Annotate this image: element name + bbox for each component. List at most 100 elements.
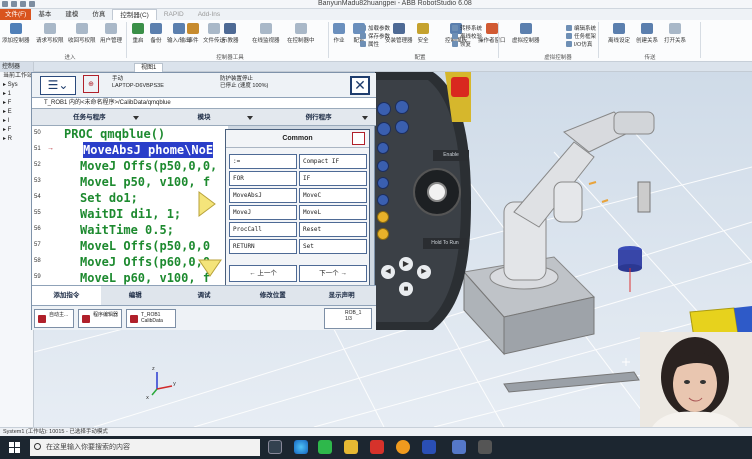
joystick-knob[interactable] — [427, 182, 447, 202]
instruction-reset-button[interactable]: Reset — [299, 222, 367, 237]
motion-mode-button[interactable] — [377, 160, 389, 172]
controller-tree-item[interactable]: ▸ 1 — [0, 90, 33, 99]
ribbon-tab-5[interactable]: RAPID — [157, 9, 191, 20]
controller-tree-item[interactable]: ▸ F — [0, 126, 33, 135]
code-line[interactable]: 56 WaitTime 0.5; — [32, 222, 228, 238]
ribbon-button-19[interactable]: 离线设定 — [608, 23, 630, 49]
ribbon-button-21[interactable]: 打开关系 — [664, 23, 686, 49]
jog-key-2-button[interactable] — [395, 100, 409, 114]
pdf-reader-icon[interactable] — [370, 440, 384, 454]
instruction-return-button[interactable]: RETURN — [229, 239, 297, 254]
ribbon-tab-6[interactable]: Add-Ins — [191, 9, 227, 20]
abb-menu-button[interactable]: ☰⌄ — [40, 76, 76, 95]
pendant-task-1[interactable]: 程序编辑器 — [78, 309, 122, 328]
code-line[interactable]: 52 MoveJ Offs(p50,0,0, — [32, 158, 228, 174]
start-button[interactable]: ▶ — [399, 257, 413, 271]
ribbon-button-17[interactable]: 操作者窗口 — [478, 23, 506, 49]
ribbon-button-9[interactable]: 示教器 — [222, 23, 239, 49]
editor-tab-1[interactable]: 编辑 — [101, 286, 170, 305]
edge-browser-icon[interactable] — [294, 440, 308, 454]
controller-tree-item[interactable]: ▸ I — [0, 117, 33, 126]
instruction-if-button[interactable]: IF — [299, 171, 367, 186]
ribbon-button-3[interactable]: 用户管理 — [100, 23, 122, 49]
editor-tab-4[interactable]: 显示声明 — [307, 286, 376, 305]
ribbon-tab-2[interactable]: 建模 — [58, 9, 85, 20]
pendant-task-0[interactable]: 自动主... — [34, 309, 74, 328]
ribbon-small-restore[interactable]: 恢复 — [452, 40, 471, 48]
ribbon-button-20[interactable]: 创建关系 — [636, 23, 658, 49]
ribbon-button-18[interactable]: 虚拟控制器 — [512, 23, 540, 49]
wechat-icon[interactable] — [318, 440, 332, 454]
ribbon-button-12[interactable]: 作业 — [333, 23, 345, 49]
ribbon-small-save_param[interactable]: 保存参数 — [360, 32, 390, 40]
controller-tree-item[interactable]: ▸ Sys — [0, 81, 33, 90]
instruction-set-button[interactable]: Set — [299, 239, 367, 254]
ribbon-small-transfer_sys[interactable]: 转移系统 — [452, 24, 482, 32]
code-line[interactable]: 50 PROC qmqblue() — [32, 126, 228, 142]
previous-page-button[interactable]: ← 上一个 — [229, 265, 297, 282]
instruction-assign-button[interactable]: := — [229, 154, 297, 169]
ribbon-button-4[interactable]: 重启 — [132, 23, 144, 49]
picker-menu-icon[interactable] — [352, 132, 365, 145]
ribbon-button-0[interactable]: 添加控制器 — [2, 23, 30, 49]
windows-start-icon[interactable] — [9, 442, 20, 453]
controller-tree-item[interactable]: ▸ F — [0, 99, 33, 108]
ribbon-button-11[interactable]: 在控制器中 — [287, 23, 315, 49]
increment-button[interactable] — [377, 194, 389, 206]
ribbon-tab-4[interactable]: 控制器(C) — [112, 9, 157, 20]
file-explorer-icon[interactable] — [344, 440, 358, 454]
ribbon-small-online[interactable]: 离线校验 — [452, 32, 482, 40]
pendant-task-2[interactable]: T_ROB1 CalibData — [126, 309, 176, 328]
robot-unit-indicator[interactable]: ROB_1 1/3 — [324, 308, 372, 329]
ribbon-button-7[interactable]: 事件 — [187, 23, 199, 49]
controller-tree-item[interactable]: ▸ E — [0, 108, 33, 117]
tab-view1[interactable]: 视图1 — [134, 63, 164, 72]
instruction-moveabsj-button[interactable]: MoveAbsJ — [229, 188, 297, 203]
joystick[interactable] — [413, 168, 461, 216]
program-menu-0[interactable]: 任务与程序 — [32, 109, 147, 125]
jog-key-3-button[interactable] — [377, 122, 391, 136]
ribbon-button-2[interactable]: 收回写权限 — [68, 23, 96, 49]
program-menu-1[interactable]: 模块 — [147, 109, 262, 125]
editor-tab-0[interactable]: 添加指令 — [32, 286, 101, 305]
instruction-movec-button[interactable]: MoveC — [299, 188, 367, 203]
ribbon-small-robot_log[interactable]: 编辑系统 — [566, 24, 596, 32]
next-page-button[interactable]: 下一个 → — [299, 265, 367, 282]
close-button[interactable]: ✕ — [350, 76, 370, 95]
ribbon-tab-3[interactable]: 仿真 — [85, 9, 112, 20]
instruction-for-button[interactable]: FOR — [229, 171, 297, 186]
jog-key-1-button[interactable] — [377, 102, 391, 116]
step-forward-button[interactable]: ▶ — [417, 265, 431, 279]
screen-recorder-icon[interactable] — [478, 440, 492, 454]
editor-tab-2[interactable]: 调试 — [170, 286, 239, 305]
stop-button[interactable]: ■ — [399, 282, 413, 296]
editor-tab-3[interactable]: 修改位置 — [238, 286, 307, 305]
code-line[interactable]: 53 MoveL p50, v100, f — [32, 174, 228, 190]
ribbon-button-1[interactable]: 请求写权限 — [36, 23, 64, 49]
ribbon-button-10[interactable]: 在线监视器 — [252, 23, 280, 49]
program-key-2-button[interactable] — [377, 228, 389, 240]
taskbar-search[interactable]: 在这里输入你要搜索的内容 — [30, 439, 260, 456]
ribbon-small-add_param[interactable]: 加载参数 — [360, 24, 390, 32]
instruction-movej-button[interactable]: MoveJ — [229, 205, 297, 220]
axis-toggle-button[interactable] — [377, 177, 389, 189]
program-menu-2[interactable]: 例行程序 — [261, 109, 376, 125]
robotstudio-app-icon[interactable] — [452, 440, 466, 454]
task-view-icon[interactable] — [268, 440, 282, 454]
instruction-compact-if-button[interactable]: Compact IF — [299, 154, 367, 169]
media-player-icon[interactable] — [396, 440, 410, 454]
ribbon-tab-0[interactable]: 文件(F) — [0, 9, 32, 20]
ribbon-tab-1[interactable]: 基本 — [31, 9, 58, 20]
step-back-button[interactable]: ◀ — [381, 265, 395, 279]
code-line[interactable]: 51 → MoveAbsJ phome\NoE — [32, 142, 228, 158]
instruction-proccall-button[interactable]: ProcCall — [229, 222, 297, 237]
jog-key-4-button[interactable] — [395, 120, 409, 134]
controller-tree-item[interactable]: 当前工作站 — [0, 72, 33, 81]
word-app-icon[interactable] — [422, 440, 436, 454]
controller-tree-item[interactable]: ▸ R — [0, 135, 33, 144]
ribbon-small-task_frame[interactable]: 任务框架 — [566, 32, 596, 40]
quick-access-toolbar[interactable] — [2, 1, 42, 8]
program-key-button[interactable] — [377, 211, 389, 223]
ribbon-small-io_sim[interactable]: I/O仿真 — [566, 40, 592, 48]
instruction-movel-button[interactable]: MoveL — [299, 205, 367, 220]
